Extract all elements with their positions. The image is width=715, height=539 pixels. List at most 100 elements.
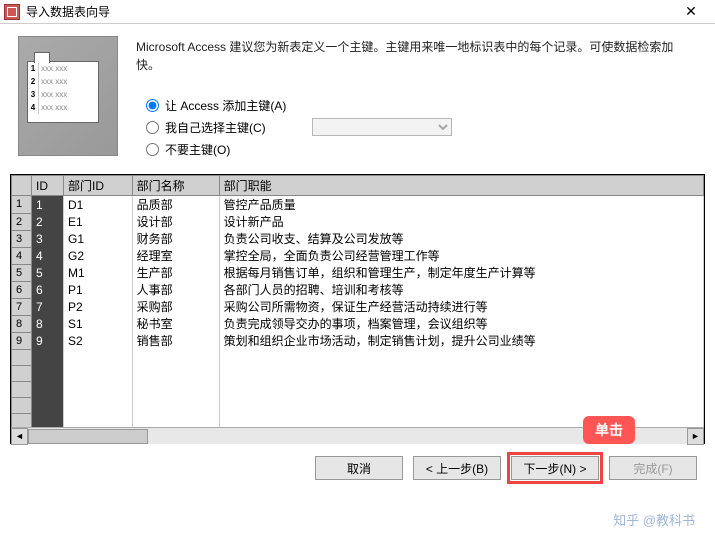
cell-deptname: 设计部 — [132, 213, 219, 230]
cell-func: 管控产品质量 — [219, 196, 703, 214]
finish-button[interactable]: 完成(F) — [609, 456, 697, 480]
callout-badge: 单击 — [583, 416, 635, 444]
radio-no-key-label[interactable]: 不要主键(O) — [165, 141, 230, 158]
back-button[interactable]: < 上一步(B) — [413, 456, 501, 480]
radio-choose-key[interactable] — [146, 121, 159, 134]
primary-key-options: 让 Access 添加主键(A) 我自己选择主键(C) 不要主键(O) — [136, 94, 697, 160]
table-row[interactable] — [12, 349, 704, 365]
cell-deptid: S1 — [64, 315, 133, 332]
upper-panel: 1xxx xxx 2xxx xxx 3xxx xxx 4xxx xxx Micr… — [0, 24, 715, 168]
title-bar: 导入数据表向导 ✕ — [0, 0, 715, 24]
cell-deptname: 品质部 — [132, 196, 219, 214]
scroll-left-arrow[interactable]: ◄ — [11, 428, 28, 445]
cell-id — [32, 349, 64, 365]
cell-id: 7 — [32, 298, 64, 315]
row-number: 2 — [12, 213, 32, 230]
cell-deptname: 生产部 — [132, 264, 219, 281]
table-row[interactable]: 44G2经理室掌控全局，全面负责公司经营管理工作等 — [12, 247, 704, 264]
cell-id: 3 — [32, 230, 64, 247]
col-header-deptid[interactable]: 部门ID — [64, 176, 133, 196]
cancel-button[interactable]: 取消 — [315, 456, 403, 480]
row-number: 8 — [12, 315, 32, 332]
cell-deptid: M1 — [64, 264, 133, 281]
row-number: 9 — [12, 332, 32, 349]
cell-deptname: 经理室 — [132, 247, 219, 264]
col-header-id[interactable]: ID — [32, 176, 64, 196]
cell-func: 负责公司收支、结算及公司发放等 — [219, 230, 703, 247]
row-number: 1 — [12, 196, 32, 214]
cell-deptid: D1 — [64, 196, 133, 214]
row-number: 3 — [12, 230, 32, 247]
row-number — [12, 365, 32, 381]
cell-func: 各部门人员的招聘、培训和考核等 — [219, 281, 703, 298]
cell-deptid: G2 — [64, 247, 133, 264]
cell-id — [32, 365, 64, 381]
cell-func: 策划和组织企业市场活动，制定销售计划，提升公司业绩等 — [219, 332, 703, 349]
cell-func: 掌控全局，全面负责公司经营管理工作等 — [219, 247, 703, 264]
cell-id — [32, 413, 64, 427]
cell-deptid: P2 — [64, 298, 133, 315]
app-icon — [4, 4, 20, 20]
watermark: 知乎 @教科书 — [613, 510, 695, 529]
cell-deptname: 秘书室 — [132, 315, 219, 332]
cell-id: 8 — [32, 315, 64, 332]
wizard-illustration: 1xxx xxx 2xxx xxx 3xxx xxx 4xxx xxx — [18, 36, 118, 156]
table-row[interactable]: 55M1生产部根据每月销售订单，组织和管理生产，制定年度生产计算等 — [12, 264, 704, 281]
description-text: Microsoft Access 建议您为新表定义一个主键。主键用来唯一地标识表… — [136, 38, 697, 74]
cell-func: 根据每月销售订单，组织和管理生产，制定年度生产计算等 — [219, 264, 703, 281]
data-preview-grid: ID 部门ID 部门名称 部门职能 11D1品质部管控产品质量22E1设计部设计… — [10, 174, 705, 444]
cell-deptid: P1 — [64, 281, 133, 298]
row-number — [12, 413, 32, 427]
cell-deptid: E1 — [64, 213, 133, 230]
table-row[interactable]: 66P1人事部各部门人员的招聘、培训和考核等 — [12, 281, 704, 298]
scroll-right-arrow[interactable]: ► — [687, 428, 704, 445]
row-number — [12, 349, 32, 365]
table-row[interactable]: 22E1设计部设计新产品 — [12, 213, 704, 230]
cell-func: 负责完成领导交办的事项，档案管理，会议组织等 — [219, 315, 703, 332]
col-header-func[interactable]: 部门职能 — [219, 176, 703, 196]
radio-access-add-key-label[interactable]: 让 Access 添加主键(A) — [165, 97, 286, 114]
row-number: 6 — [12, 281, 32, 298]
scroll-thumb[interactable] — [28, 429, 148, 444]
cell-id: 4 — [32, 247, 64, 264]
data-table: ID 部门ID 部门名称 部门职能 11D1品质部管控产品质量22E1设计部设计… — [11, 175, 704, 427]
cell-deptid: G1 — [64, 230, 133, 247]
cell-func: 采购公司所需物资，保证生产经营活动持续进行等 — [219, 298, 703, 315]
cell-deptid: S2 — [64, 332, 133, 349]
next-button[interactable]: 下一步(N) > — [511, 456, 599, 480]
cell-id: 5 — [32, 264, 64, 281]
radio-choose-key-label[interactable]: 我自己选择主键(C) — [165, 119, 266, 136]
cell-id: 1 — [32, 196, 64, 214]
table-row[interactable] — [12, 365, 704, 381]
cell-deptname: 人事部 — [132, 281, 219, 298]
close-button[interactable]: ✕ — [671, 3, 711, 20]
cell-id: 2 — [32, 213, 64, 230]
table-row[interactable] — [12, 381, 704, 397]
col-header-deptname[interactable]: 部门名称 — [132, 176, 219, 196]
cell-deptname: 采购部 — [132, 298, 219, 315]
cell-id — [32, 397, 64, 413]
table-row[interactable]: 99S2销售部策划和组织企业市场活动，制定销售计划，提升公司业绩等 — [12, 332, 704, 349]
row-number — [12, 397, 32, 413]
cell-id: 6 — [32, 281, 64, 298]
table-row[interactable]: 88S1秘书室负责完成领导交办的事项，档案管理，会议组织等 — [12, 315, 704, 332]
button-bar: 单击 取消 < 上一步(B) 下一步(N) > 完成(F) — [0, 444, 715, 492]
row-number: 7 — [12, 298, 32, 315]
key-field-select[interactable] — [312, 118, 452, 136]
row-number — [12, 381, 32, 397]
radio-access-add-key[interactable] — [146, 99, 159, 112]
table-row[interactable]: 33G1财务部负责公司收支、结算及公司发放等 — [12, 230, 704, 247]
table-row[interactable]: 77P2采购部采购公司所需物资，保证生产经营活动持续进行等 — [12, 298, 704, 315]
cell-id — [32, 381, 64, 397]
radio-no-key[interactable] — [146, 143, 159, 156]
cell-deptname: 销售部 — [132, 332, 219, 349]
window-title: 导入数据表向导 — [26, 3, 671, 20]
cell-id: 9 — [32, 332, 64, 349]
cell-func: 设计新产品 — [219, 213, 703, 230]
cell-deptname: 财务部 — [132, 230, 219, 247]
row-header-blank — [12, 176, 32, 196]
row-number: 5 — [12, 264, 32, 281]
row-number: 4 — [12, 247, 32, 264]
table-row[interactable]: 11D1品质部管控产品质量 — [12, 196, 704, 214]
table-row[interactable] — [12, 397, 704, 413]
